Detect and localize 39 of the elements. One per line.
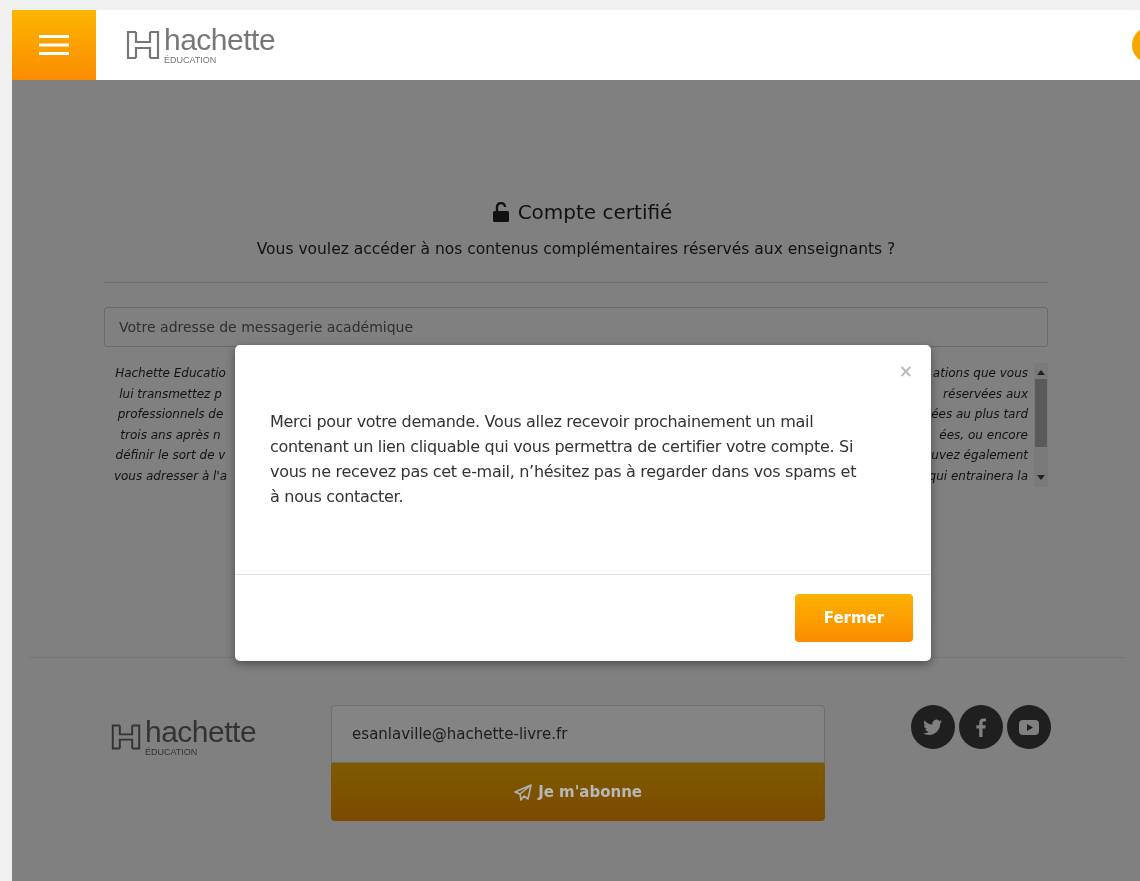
menu-icon (39, 34, 69, 56)
legal-text-line: trois ans après n (120, 426, 221, 444)
facebook-button[interactable] (959, 705, 1003, 749)
legal-text-line: Hachette Educatio (115, 365, 226, 382)
newsletter-email-field[interactable]: esanlaville@hachette-livre.fr (331, 705, 826, 763)
email-field[interactable]: Votre adresse de messagerie académique (104, 307, 1048, 347)
subscribe-button[interactable]: Je m'abonne (331, 763, 826, 821)
logo-icon (126, 28, 160, 62)
legal-text-line: professionnels de (117, 406, 224, 423)
logo-subtitle: ÉDUCATION (164, 56, 218, 65)
close-button[interactable]: × (898, 361, 913, 381)
facebook-f-icon (976, 717, 986, 737)
unlocked-padlock-icon (491, 202, 510, 222)
logo-subtitle: ÉDUCATION (145, 748, 199, 757)
menu-button[interactable] (12, 10, 96, 80)
twitter-button[interactable] (911, 705, 955, 749)
dialog-message: Merci pour votre demande. Vous allez recevoir prochainement un mail contenant un lien cliquable qui vous permettra de certifier votre compte. Si vous ne recevez pas cet e-mail, n’hésitez pas à regarder dans vos spams et à nous contacter. (270, 411, 858, 508)
logo-name: hachette (145, 717, 257, 747)
logo-icon (111, 722, 141, 752)
legal-text-line: réservées aux (943, 385, 1028, 403)
logo-name: hachette (164, 25, 276, 55)
legal-text-line: ations que vous (932, 365, 1028, 382)
bird-icon (923, 718, 943, 736)
youtube-button[interactable] (1007, 705, 1051, 749)
legal-text-line: définir le sort de v (115, 447, 226, 464)
scrollbar-thumb[interactable] (1035, 379, 1047, 447)
page-subtitle: Vous voulez accéder à nos contenus complémentaires réservés aux enseignants ? (256, 240, 896, 258)
legal-text-line: ées au plus tard (931, 406, 1028, 423)
paper-plane-icon (514, 783, 533, 801)
scrollbar[interactable] (1034, 363, 1048, 487)
play-icon (1019, 719, 1039, 735)
close-dialog-button[interactable]: Fermer (795, 594, 913, 642)
scroll-down-icon (1037, 475, 1045, 481)
legal-text-line: vous adresser à l'a (113, 467, 228, 485)
legal-text-line: lui transmettez p (119, 385, 222, 403)
legal-text-line: ées, ou encore (939, 426, 1028, 444)
page-title: Compte certifié (517, 200, 673, 224)
scroll-up-icon (1037, 369, 1045, 375)
legal-text-line: uvez également (931, 447, 1028, 464)
